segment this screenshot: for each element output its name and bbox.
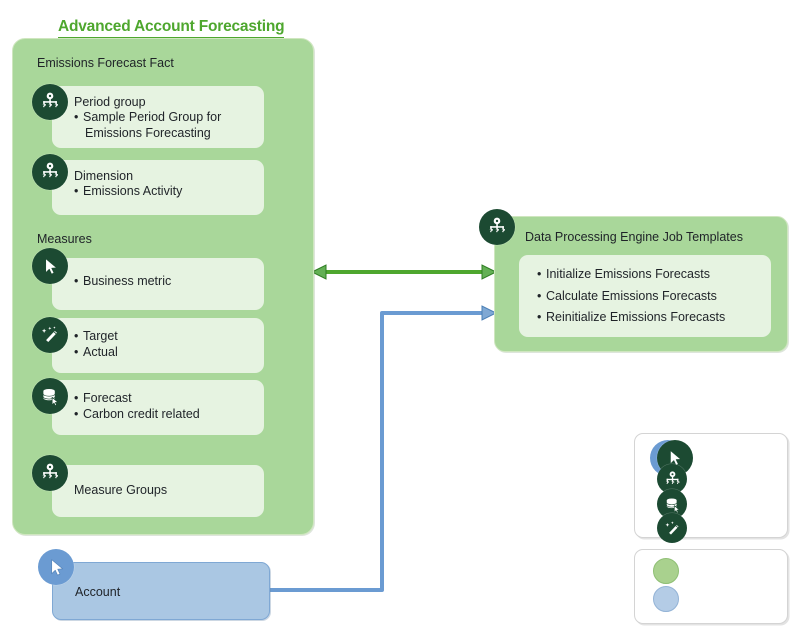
fact-container-heading: Emissions Forecast Fact [37,56,174,70]
page-title: Advanced Account Forecasting [58,18,285,38]
account-label: Account [75,585,121,599]
list-item: Forecast [74,391,254,407]
list-item: Emissions Activity [74,184,254,200]
list-item: Initialize Emissions Forecasts [537,264,761,286]
diagram-canvas: Advanced Account Forecasting Emissions F… [0,0,800,637]
card-title: Measure Groups [74,483,168,497]
card-title: Dimension [74,169,134,183]
magic-wand-icon [657,513,687,543]
card-business-metric[interactable]: Business metric [52,258,264,310]
measures-heading: Measures [37,232,92,246]
cursor-icon [38,549,74,585]
card-forecast[interactable]: Forecast Carbon credit related [52,380,264,435]
card-measure-groups[interactable]: Measure Groups [52,465,264,517]
connector-fact-to-dpe [310,264,498,280]
list-item: Carbon credit related [74,407,254,423]
card-dimension[interactable]: Dimension Emissions Activity [52,160,264,215]
dpe-bullets: Initialize Emissions Forecasts Calculate… [537,264,761,329]
hierarchy-icon [32,154,68,190]
list-item: Calculate Emissions Forecasts [537,286,761,308]
card-bullets: Target Actual [74,329,254,360]
list-item: Target [74,329,254,345]
card-bullets: Emissions Activity [74,184,254,200]
account-box[interactable]: Account [52,562,270,620]
hierarchy-icon [32,455,68,491]
list-item: Sample Period Group forEmissions Forecas… [74,110,254,141]
hierarchy-icon [32,84,68,120]
dpe-card: Initialize Emissions Forecasts Calculate… [519,255,771,337]
database-cursor-icon [32,378,68,414]
card-target-actual[interactable]: Target Actual [52,318,264,373]
list-item-wrap: Emissions Forecasting [85,125,211,140]
card-period-group[interactable]: Period group Sample Period Group forEmis… [52,86,264,148]
legend-swatch-green [653,558,679,584]
list-item: Reinitialize Emissions Forecasts [537,307,761,329]
list-item: Business metric [74,274,254,290]
data-processing-engine-box[interactable]: Data Processing Engine Job Templates Ini… [494,216,788,352]
list-item: Actual [74,345,254,361]
cursor-icon [32,248,68,284]
card-bullets: Business metric [74,274,254,290]
hierarchy-icon [479,209,515,245]
legend-swatch-blue [653,586,679,612]
magic-wand-icon [32,317,68,353]
dpe-heading: Data Processing Engine Job Templates [525,230,743,244]
card-bullets: Forecast Carbon credit related [74,391,254,422]
card-title: Period group [74,95,146,109]
card-bullets: Sample Period Group forEmissions Forecas… [74,110,254,141]
